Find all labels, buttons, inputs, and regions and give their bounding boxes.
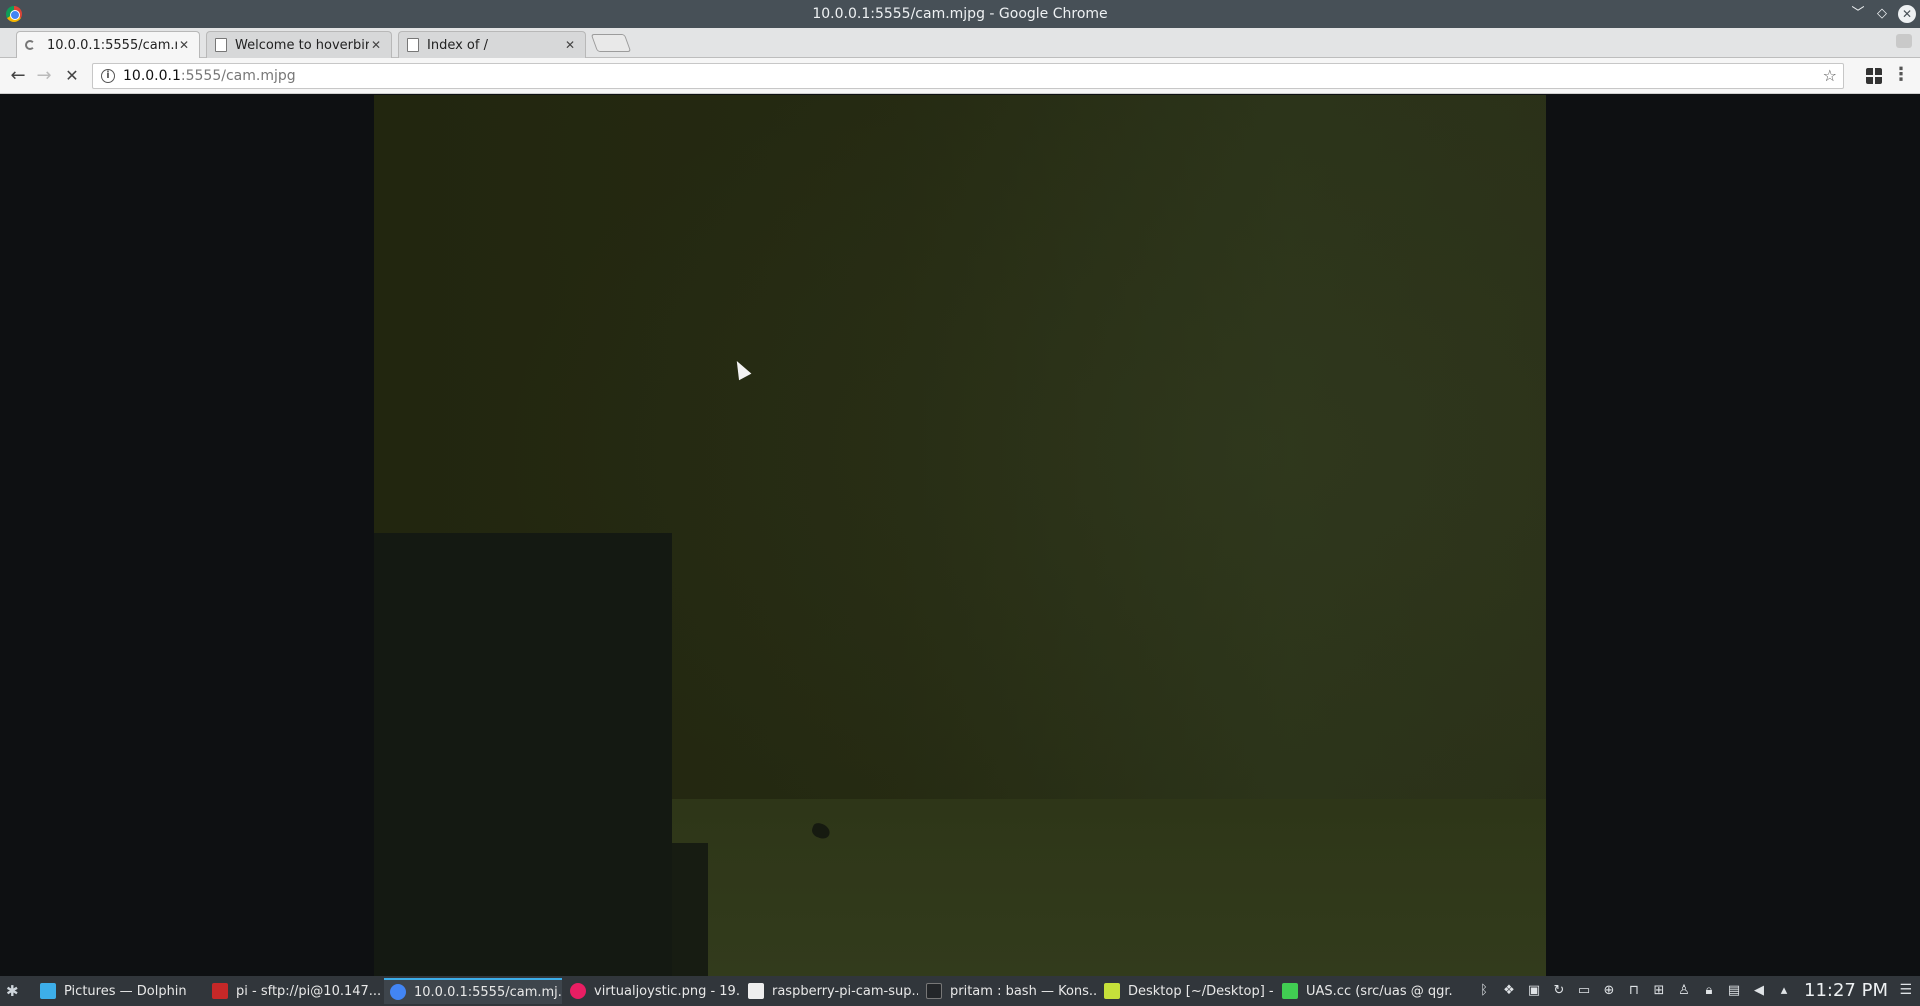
task-sftp[interactable]: pi - sftp://pi@10.147.... — [206, 978, 382, 1004]
filezilla-icon — [212, 983, 228, 999]
chrome-menu-button[interactable]: ⋮ — [1892, 66, 1910, 84]
terminal-icon — [926, 983, 942, 999]
pycharm-icon — [1104, 983, 1120, 999]
task-document[interactable]: raspberry-pi-cam-sup... — [742, 978, 918, 1004]
forward-button[interactable]: → — [34, 66, 54, 86]
tab-index[interactable]: Index of / ✕ — [398, 31, 586, 58]
dark-panel-edge — [672, 843, 708, 976]
task-konsole[interactable]: pritam : bash — Kons... — [920, 978, 1096, 1004]
floor-area — [672, 799, 1546, 976]
tab-hoverbird[interactable]: Welcome to hoverbird ✕ — [206, 31, 392, 58]
folder-icon — [40, 983, 56, 999]
task-chrome[interactable]: 10.0.0.1:5555/cam.mj... — [384, 978, 562, 1004]
address-path: :5555/cam.mjpg — [180, 68, 296, 84]
tab-close-icon[interactable]: ✕ — [177, 38, 191, 52]
window-titlebar: 10.0.0.1:5555/cam.mjpg - Google Chrome ﹀… — [0, 0, 1920, 28]
dark-panel — [374, 533, 672, 976]
tab-strip: 10.0.0.1:5555/cam.mjpg ✕ Welcome to hove… — [0, 28, 1920, 58]
display-icon[interactable]: ▭ — [1576, 983, 1592, 999]
clipboard-icon[interactable]: ▤ — [1726, 983, 1742, 999]
page-icon — [215, 38, 227, 52]
image-viewer-icon — [570, 983, 586, 999]
minimize-button[interactable]: ﹀ — [1848, 4, 1868, 24]
taskbar: ✱ Pictures — Dolphin pi - sftp://pi@10.1… — [0, 976, 1920, 1006]
tab-cam-stream[interactable]: 10.0.0.1:5555/cam.mjpg ✕ — [16, 31, 200, 58]
expand-icon[interactable]: ▴ — [1776, 983, 1792, 999]
task-label: UAS.cc (src/uas @ qgr... — [1306, 983, 1452, 999]
tab-label: Index of / — [427, 37, 488, 53]
network-icon[interactable]: ⊞ — [1651, 983, 1667, 999]
task-pycharm[interactable]: Desktop [~/Desktop] -... — [1098, 978, 1274, 1004]
loading-spinner-icon — [25, 40, 35, 50]
task-label: Pictures — Dolphin — [64, 983, 187, 999]
address-bar[interactable]: i 10.0.0.1:5555/cam.mjpg ☆ — [92, 63, 1844, 89]
updates-icon[interactable]: ⊕ — [1601, 983, 1617, 999]
task-label: Desktop [~/Desktop] -... — [1128, 983, 1274, 999]
task-dolphin[interactable]: Pictures — Dolphin — [34, 978, 204, 1004]
bookmark-star-icon[interactable]: ☆ — [1823, 66, 1837, 85]
browser-toolbar: ← → ✕ i 10.0.0.1:5555/cam.mjpg ☆ ⋮ — [0, 58, 1920, 94]
new-tab-button[interactable] — [590, 34, 632, 52]
site-info-icon[interactable]: i — [101, 69, 115, 83]
tab-label: Welcome to hoverbird — [235, 37, 369, 53]
close-window-button[interactable]: ✕ — [1898, 5, 1916, 23]
tab-close-icon[interactable]: ✕ — [369, 38, 383, 52]
task-label: virtualjoystic.png - 19... — [594, 983, 740, 999]
dropbox-icon[interactable]: ❖ — [1501, 983, 1517, 999]
chrome-icon — [390, 984, 406, 1000]
clock[interactable]: 11:27 PM — [1804, 980, 1888, 1001]
bluetooth-icon[interactable]: ᛒ — [1476, 983, 1492, 999]
maximize-button[interactable]: ◇ — [1872, 4, 1892, 24]
image-icon[interactable]: ▣ — [1526, 983, 1542, 999]
panel-menu-icon[interactable]: ☰ — [1899, 982, 1912, 998]
stop-loading-button[interactable]: ✕ — [62, 66, 82, 86]
address-host: 10.0.0.1 — [123, 68, 181, 84]
qt-icon — [1282, 983, 1298, 999]
application-launcher-icon[interactable]: ✱ — [6, 983, 22, 999]
task-label: pritam : bash — Kons... — [950, 983, 1096, 999]
page-viewport — [0, 95, 1920, 976]
camera-stream-image[interactable] — [374, 95, 1546, 976]
task-qtcreator[interactable]: UAS.cc (src/uas @ qgr... — [1276, 978, 1452, 1004]
volume-icon[interactable]: ◀ — [1751, 983, 1767, 999]
extension-icon[interactable] — [1866, 68, 1882, 84]
back-button[interactable]: ← — [8, 66, 28, 86]
task-image-viewer[interactable]: virtualjoystic.png - 19... — [564, 978, 740, 1004]
profile-icon[interactable] — [1896, 34, 1912, 48]
tab-label: 10.0.0.1:5555/cam.mjpg — [47, 37, 177, 53]
sync-icon[interactable]: ↻ — [1551, 983, 1567, 999]
tab-close-icon[interactable]: ✕ — [563, 38, 577, 52]
page-icon — [407, 38, 419, 52]
window-title: 10.0.0.1:5555/cam.mjpg - Google Chrome — [812, 6, 1108, 22]
system-tray: ᛒ ❖ ▣ ↻ ▭ ⊕ ⊓ ⊞ ♙ 🔒︎ ▤ ◀ ▴ — [1476, 983, 1792, 999]
chrome-icon — [6, 6, 22, 22]
task-label: 10.0.0.1:5555/cam.mj... — [414, 984, 562, 1000]
document-icon — [748, 983, 764, 999]
user-icon[interactable]: ♙ — [1676, 983, 1692, 999]
lock-icon[interactable]: 🔒︎ — [1701, 983, 1717, 999]
task-label: raspberry-pi-cam-sup... — [772, 983, 918, 999]
usb-icon[interactable]: ⊓ — [1626, 983, 1642, 999]
task-label: pi - sftp://pi@10.147.... — [236, 983, 382, 999]
